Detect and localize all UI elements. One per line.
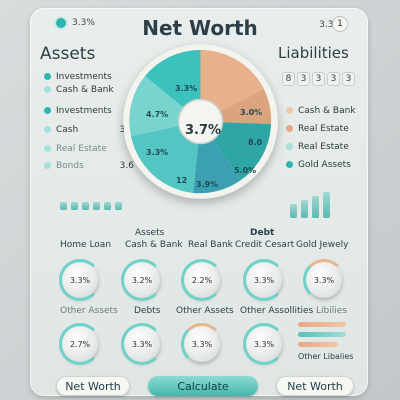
liability-slider[interactable]	[298, 342, 338, 347]
bullet-icon	[44, 107, 51, 114]
page-title: Net Worth	[142, 16, 258, 40]
mini-bar	[290, 204, 297, 218]
mini-bar	[82, 202, 89, 210]
pie-slice-label: 3.0%	[240, 108, 263, 117]
assets-item[interactable]: Investments	[44, 70, 134, 83]
assets-item[interactable]: Investments	[44, 104, 134, 117]
pie-center-label: 3.7%	[185, 123, 222, 138]
bullet-icon	[286, 143, 293, 150]
percent-knob[interactable]: 3.3%	[243, 259, 285, 301]
pie-svg	[123, 44, 278, 199]
row2-label: Other Assollities	[240, 306, 314, 316]
top-left-value: 3.3%	[72, 18, 95, 28]
bullet-icon	[286, 107, 293, 114]
row2-label: Libilies	[316, 306, 347, 316]
bullet-icon	[286, 161, 293, 168]
right-mini-bars	[290, 192, 330, 218]
bullet-icon	[44, 145, 51, 152]
pie-slice-label: 4.7%	[146, 110, 169, 119]
mini-bar	[93, 202, 100, 210]
mini-bar	[104, 202, 111, 210]
calculate-button[interactable]: Calculate	[148, 376, 258, 396]
percent-knob[interactable]: 3.2%	[121, 259, 163, 301]
col-top-label: Debt	[250, 228, 275, 238]
percent-knob[interactable]: 3.3%	[59, 259, 101, 301]
pie-slice-label: 12	[176, 176, 188, 185]
liabilities-item[interactable]: Gold Assets	[286, 158, 366, 171]
liabilities-item[interactable]: Real Estate	[286, 140, 366, 153]
row2-label: Other Assets	[176, 306, 234, 316]
liabilities-chips: 8 3 3 3 3	[282, 72, 355, 86]
col-top-label: Assets	[135, 228, 165, 238]
chip[interactable]: 3	[342, 72, 355, 86]
percent-knob[interactable]: 3.3%	[303, 259, 345, 301]
chip[interactable]: 3	[297, 72, 310, 86]
liability-slider[interactable]	[298, 332, 346, 337]
pie-slice-label: 3.3%	[175, 84, 198, 93]
assets-item[interactable]: Bonds 3.6	[44, 159, 134, 172]
bullet-icon	[286, 125, 293, 132]
pie-slice-label: 3.3%	[146, 148, 169, 157]
top-left-toggle[interactable]: 3.3%	[56, 18, 95, 28]
percent-knob[interactable]: 2.2%	[181, 259, 223, 301]
top-right-button[interactable]: 1	[332, 16, 348, 32]
assets-item[interactable]: Cash 3.5	[44, 123, 134, 136]
pie-slice-label: 8.0	[248, 138, 263, 147]
percent-knob[interactable]: 3.3%	[243, 323, 285, 365]
col-label: Credit Cesart	[235, 240, 295, 250]
col-label: Gold Jewely	[296, 240, 349, 250]
assets-list: Investments Cash & Bank Investments Cash…	[44, 70, 134, 172]
assets-heading: Assets	[40, 44, 96, 64]
percent-knob[interactable]: 3.3%	[181, 323, 223, 365]
col-label: Real Bank	[188, 240, 233, 250]
net-worth-pie-chart	[123, 44, 278, 199]
row2-label: Debts	[134, 306, 161, 316]
other-liabilities-label: Other Libalies	[298, 352, 354, 361]
toggle-dot-icon	[56, 18, 66, 28]
percent-knob[interactable]: 3.3%	[121, 323, 163, 365]
pie-slice-label: 3.9%	[196, 180, 219, 189]
row2-label: Other Assets	[60, 306, 118, 316]
net-worth-right-button[interactable]: Net Worth	[276, 376, 354, 396]
liabilities-heading: Liabilities	[278, 44, 349, 62]
mini-bar	[71, 202, 78, 210]
bullet-icon	[44, 73, 51, 80]
chip[interactable]: 8	[282, 72, 295, 86]
mini-bar	[312, 196, 319, 218]
liability-slider[interactable]	[298, 322, 346, 327]
mini-bar	[60, 202, 67, 210]
liabilities-list: Cash & Bank Real Estate Real Estate Gold…	[286, 104, 366, 171]
bullet-icon	[44, 162, 51, 169]
chip[interactable]: 3	[312, 72, 325, 86]
col-label: Home Loan	[60, 240, 112, 250]
mini-bar	[115, 202, 122, 210]
liabilities-item[interactable]: Real Estate	[286, 122, 366, 135]
col-label: Cash & Bank	[125, 240, 183, 250]
assets-item[interactable]: Cash & Bank	[44, 83, 134, 96]
percent-knob[interactable]: 2.7%	[59, 323, 101, 365]
liabilities-item[interactable]: Cash & Bank	[286, 104, 366, 117]
chip[interactable]: 3	[327, 72, 340, 86]
assets-item[interactable]: Real Estate	[44, 142, 134, 155]
mini-bar	[323, 192, 330, 218]
bullet-icon	[44, 126, 51, 133]
left-mini-bars	[60, 202, 122, 210]
bullet-icon	[44, 86, 51, 93]
net-worth-left-button[interactable]: Net Worth	[56, 376, 130, 396]
mini-bar	[301, 200, 308, 218]
pie-slice-label: 5.0%	[234, 166, 257, 175]
